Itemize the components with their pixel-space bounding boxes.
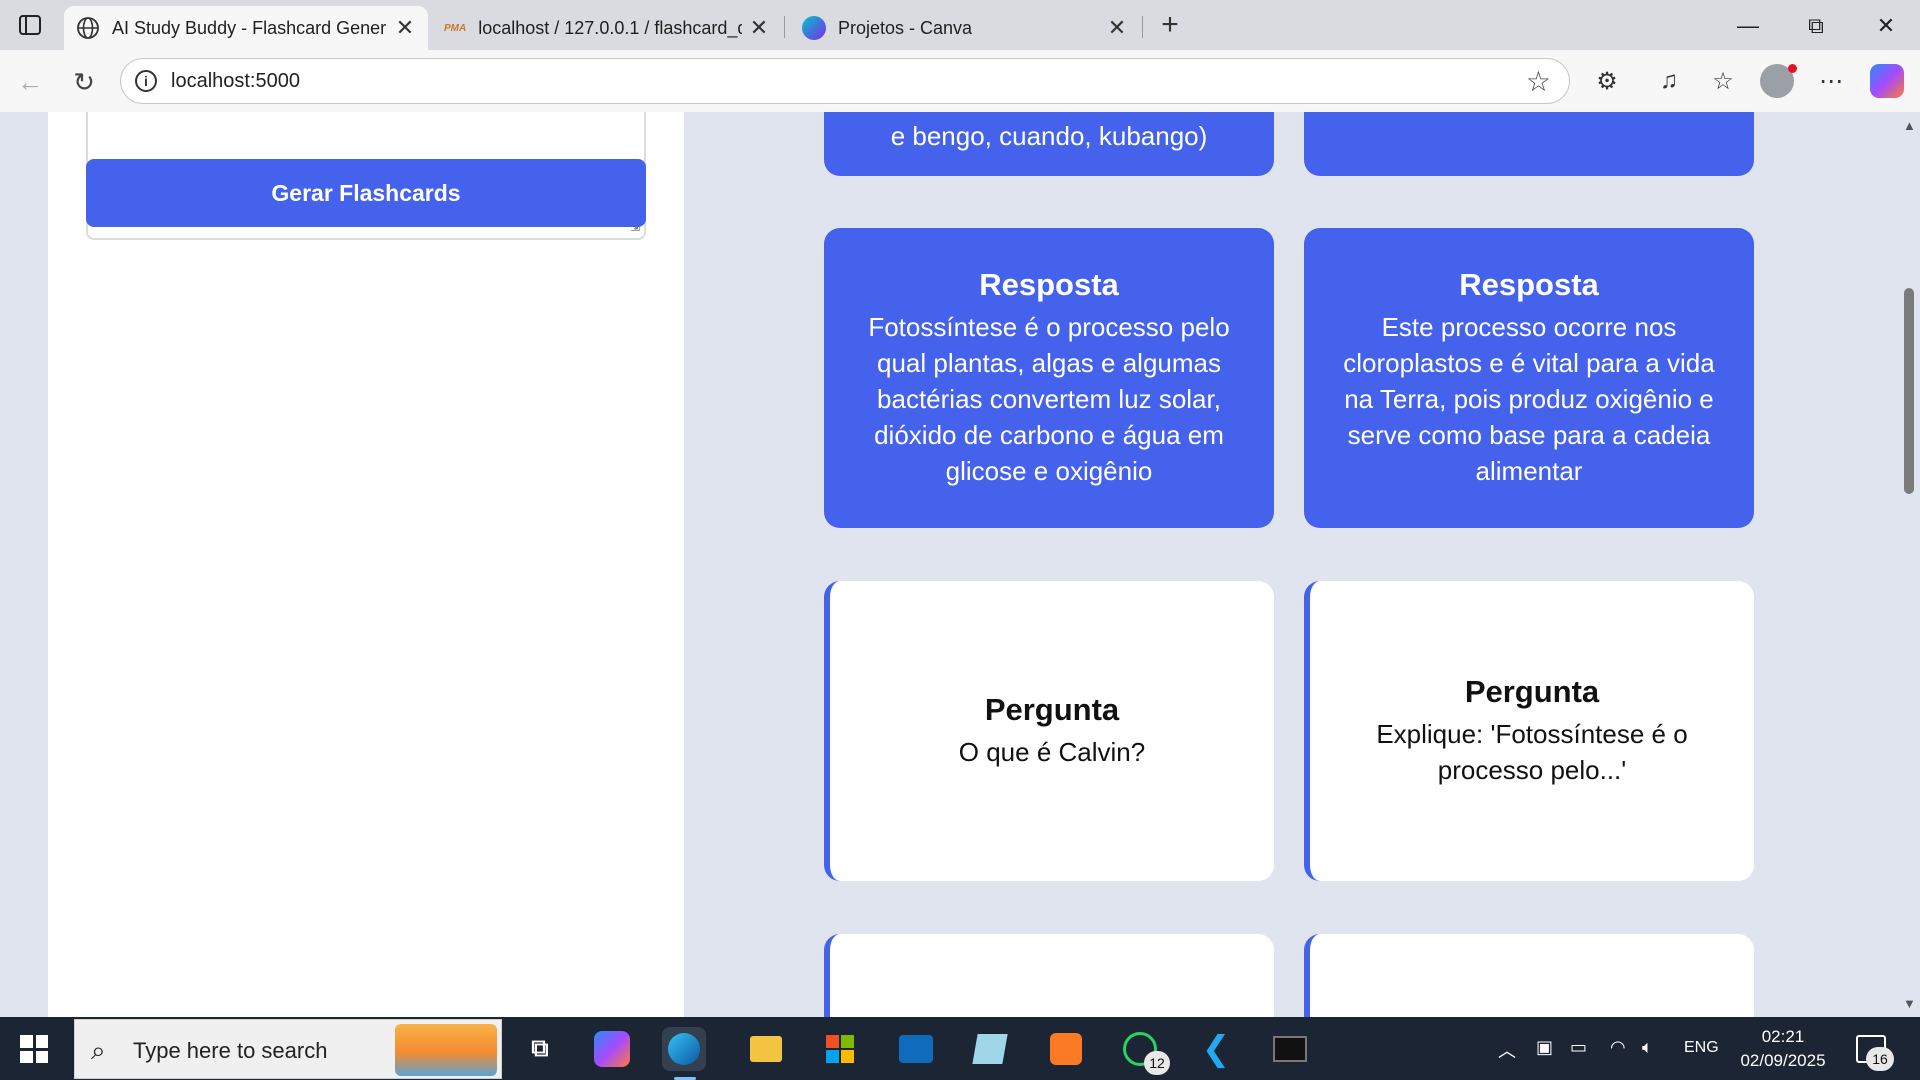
clock-date: 02/09/2025 (1740, 1051, 1826, 1070)
card-body: e bengo, cuando, kubango) (890, 121, 1208, 151)
url-text[interactable]: localhost:5000 (171, 70, 300, 93)
canva-icon (802, 16, 826, 40)
site-info-icon[interactable]: i (135, 70, 157, 92)
taskbar-search[interactable]: ⌕ Type here to search (74, 1019, 502, 1079)
page-gutter (0, 112, 48, 1017)
whatsapp-badge: 12 (1144, 1051, 1170, 1075)
file-explorer-icon[interactable] (744, 1027, 788, 1071)
flashcard-question[interactable]: Pergunta O que é Calvin? (824, 581, 1274, 881)
tab-phpmyadmin[interactable]: PMA localhost / 127.0.0.1 / flashcard_d … (432, 6, 782, 50)
battery-icon[interactable]: ▭ (1570, 1037, 1587, 1058)
card-body: Explique: 'Fotossíntese é o processo pel… (1376, 719, 1688, 785)
page-scrollbar[interactable]: ▲ ▼ (1898, 112, 1920, 1017)
card-heading: Pergunta (984, 692, 1120, 727)
wifi-icon[interactable]: ◠ (1610, 1037, 1626, 1058)
scroll-down-icon[interactable]: ▼ (1903, 996, 1916, 1011)
system-clock[interactable]: 02:21 02/09/2025 (1728, 1025, 1838, 1073)
card-heading: Resposta (1459, 267, 1599, 302)
search-highlight-image (395, 1024, 497, 1076)
globe-icon (77, 17, 99, 39)
browser-toolbar: ← ↻ i localhost:5000 ☆ ⚙ ♫ ☆ ⋯ (0, 50, 1920, 112)
volume-icon[interactable]: 🔈︎ (1642, 1037, 1653, 1058)
scroll-up-icon[interactable]: ▲ (1903, 118, 1916, 133)
address-bar[interactable]: i localhost:5000 ☆ (120, 58, 1570, 104)
xampp-icon[interactable] (1044, 1027, 1088, 1071)
task-view-icon[interactable]: ⧉ (518, 1027, 562, 1071)
windows-start-icon[interactable] (20, 1035, 48, 1063)
tab-close-icon[interactable]: ✕ (748, 15, 770, 41)
minimize-button[interactable]: — (1728, 8, 1768, 44)
tab-title: localhost / 127.0.0.1 / flashcard_d (478, 17, 742, 38)
media-icon[interactable]: ♫ (1650, 62, 1688, 100)
card-heading: Pergunta (1464, 674, 1600, 709)
close-window-button[interactable]: ✕ (1866, 8, 1906, 44)
tab-title: AI Study Buddy - Flashcard Gener (112, 17, 387, 38)
meet-now-icon[interactable]: ▣ (1536, 1037, 1553, 1058)
tab-close-icon[interactable]: ✕ (1106, 15, 1128, 41)
tab-strip: AI Study Buddy - Flashcard Gener ✕ PMA l… (0, 0, 1920, 50)
tab-divider (1142, 16, 1143, 38)
tab-actions-icon[interactable] (10, 10, 50, 40)
edge-icon[interactable] (662, 1027, 706, 1071)
vscode-icon[interactable]: ❮ (1194, 1027, 1238, 1071)
copilot-taskbar-icon[interactable] (594, 1031, 630, 1067)
language-indicator[interactable]: ENG (1684, 1039, 1719, 1057)
more-menu-icon[interactable]: ⋯ (1812, 62, 1850, 100)
restore-button[interactable]: ⧉ (1796, 8, 1836, 44)
input-panel (48, 112, 684, 1017)
flashcard-answer[interactable]: Resposta Este processo ocorre nos clorop… (1304, 228, 1754, 528)
windows-taskbar: ⌕ Type here to search ⧉ 12 ❮ ︿ ▣ ▭ ◠ 🔈︎ … (0, 1017, 1920, 1080)
notes-app-icon[interactable] (968, 1027, 1012, 1071)
scroll-thumb[interactable] (1904, 288, 1914, 494)
flashcard-question[interactable] (1304, 934, 1754, 1017)
extensions-icon[interactable]: ⚙ (1588, 62, 1626, 100)
flashcard-answer[interactable] (1304, 112, 1754, 176)
search-icon: ⌕ (91, 1035, 106, 1065)
page-viewport: ⇲ Gerar Flashcards e bengo, cuando, kuba… (0, 112, 1920, 1017)
tab-canva[interactable]: Projetos - Canva ✕ (790, 6, 1140, 50)
card-body: Este processo ocorre nos cloroplastos e … (1343, 312, 1715, 486)
card-body: O que é Calvin? (958, 737, 1146, 767)
terminal-icon[interactable] (1268, 1027, 1312, 1071)
notification-badge: 16 (1866, 1047, 1894, 1071)
tab-divider (784, 16, 785, 38)
show-hidden-icons-icon[interactable]: ︿ (1498, 1037, 1516, 1063)
card-heading: Resposta (979, 267, 1119, 302)
flashcard-answer[interactable]: Resposta Fotossíntese é o processo pelo … (824, 228, 1274, 528)
tab-close-icon[interactable]: ✕ (394, 15, 416, 41)
favorite-star-icon[interactable]: ☆ (1526, 65, 1551, 98)
outlook-icon[interactable] (894, 1027, 938, 1071)
search-placeholder: Type here to search (133, 1038, 328, 1063)
favorites-icon[interactable]: ☆ (1704, 62, 1742, 100)
phpmyadmin-icon: PMA (444, 22, 467, 34)
tab-title: Projetos - Canva (838, 17, 973, 38)
flashcard-answer[interactable]: e bengo, cuando, kubango) (824, 112, 1274, 176)
tab-ai-study-buddy[interactable]: AI Study Buddy - Flashcard Gener ✕ (64, 6, 428, 50)
profile-alert-dot (1788, 64, 1797, 73)
new-tab-button[interactable]: + (1152, 8, 1188, 44)
flashcard-question[interactable] (824, 934, 1274, 1017)
copilot-icon[interactable] (1870, 64, 1904, 98)
generate-flashcards-button[interactable]: Gerar Flashcards (86, 159, 646, 227)
clock-time: 02:21 (1761, 1027, 1805, 1046)
back-arrow-icon[interactable]: ← (12, 64, 48, 100)
card-body: Fotossíntese é o processo pelo qual plan… (868, 312, 1230, 486)
microsoft-store-icon[interactable] (818, 1027, 862, 1071)
flashcard-question[interactable]: Pergunta Explique: 'Fotossíntese é o pro… (1304, 581, 1754, 881)
refresh-icon[interactable]: ↻ (66, 64, 102, 100)
